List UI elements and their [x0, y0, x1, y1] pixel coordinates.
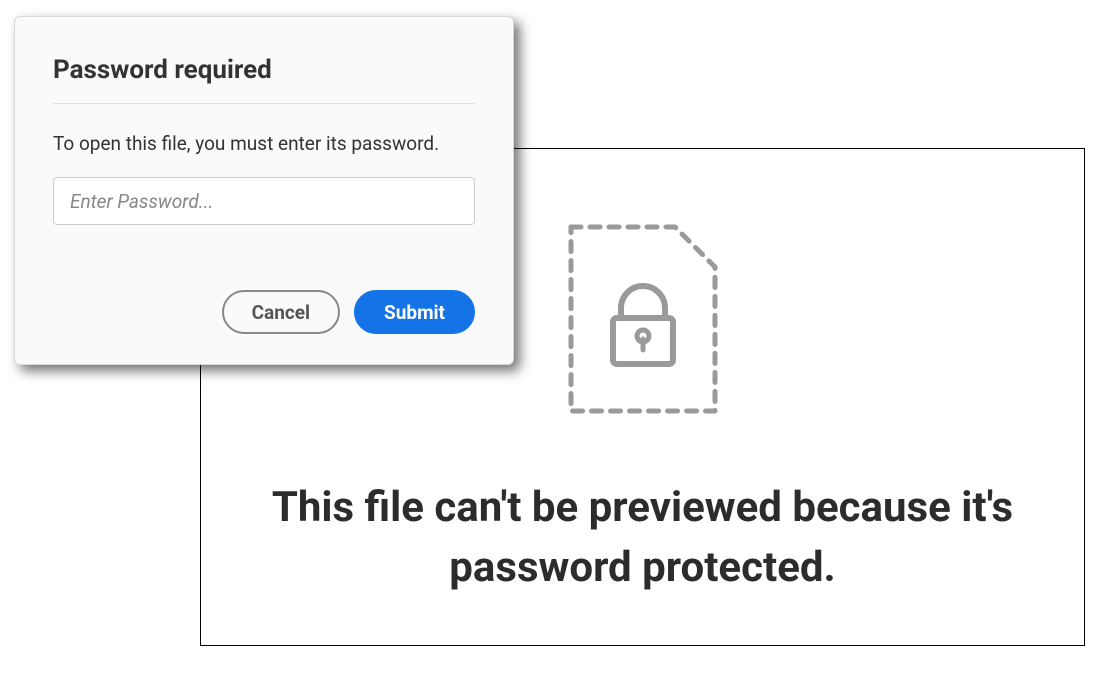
dialog-instruction: To open this file, you must enter its pa…: [53, 132, 475, 155]
dialog-divider: [53, 103, 475, 104]
password-input[interactable]: [53, 177, 475, 225]
locked-file-icon: [563, 219, 723, 423]
dialog-title: Password required: [53, 55, 475, 85]
preview-message: This file can't be previewed because it'…: [233, 478, 1053, 597]
submit-button[interactable]: Submit: [354, 290, 475, 334]
cancel-button[interactable]: Cancel: [222, 290, 340, 334]
password-dialog: Password required To open this file, you…: [14, 16, 514, 365]
dialog-buttons: Cancel Submit: [53, 290, 475, 334]
